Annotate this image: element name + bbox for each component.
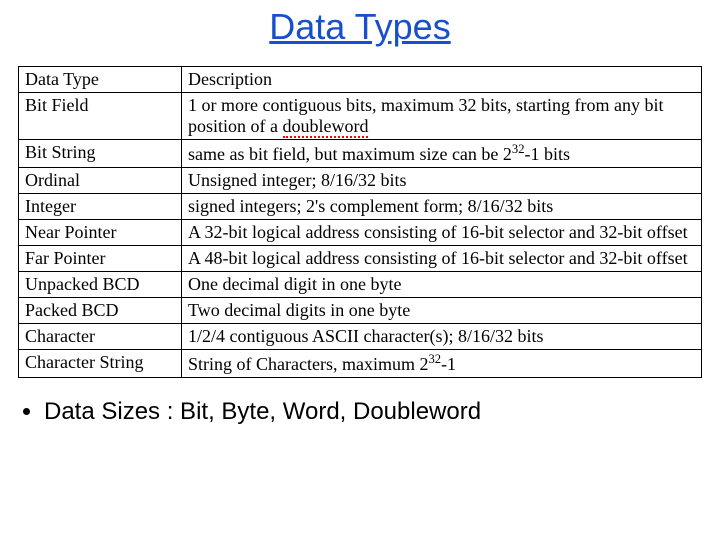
cell-desc: Two decimal digits in one byte bbox=[182, 298, 702, 324]
cell-type: Far Pointer bbox=[19, 246, 182, 272]
table-row: Character String String of Characters, m… bbox=[19, 350, 702, 378]
table-header-row: Data Type Description bbox=[19, 67, 702, 93]
cell-type: Ordinal bbox=[19, 168, 182, 194]
table-row: Bit Field 1 or more contiguous bits, max… bbox=[19, 93, 702, 140]
cell-desc: 1 or more contiguous bits, maximum 32 bi… bbox=[182, 93, 702, 140]
desc-sup: 32 bbox=[512, 142, 525, 156]
table-row: Near Pointer A 32-bit logical address co… bbox=[19, 220, 702, 246]
table-row: Unpacked BCD One decimal digit in one by… bbox=[19, 272, 702, 298]
header-desc: Description bbox=[182, 67, 702, 93]
table-row: Far Pointer A 48-bit logical address con… bbox=[19, 246, 702, 272]
data-types-table: Data Type Description Bit Field 1 or mor… bbox=[18, 66, 702, 378]
cell-type: Bit Field bbox=[19, 93, 182, 140]
cell-type: Bit String bbox=[19, 140, 182, 168]
desc-text: -1 bits bbox=[525, 144, 571, 164]
cell-type: Character String bbox=[19, 350, 182, 378]
cell-desc: signed integers; 2's complement form; 8/… bbox=[182, 194, 702, 220]
desc-sup: 32 bbox=[428, 352, 441, 366]
cell-type: Unpacked BCD bbox=[19, 272, 182, 298]
table-row: Ordinal Unsigned integer; 8/16/32 bits bbox=[19, 168, 702, 194]
table-row: Packed BCD Two decimal digits in one byt… bbox=[19, 298, 702, 324]
table-row: Character 1/2/4 contiguous ASCII charact… bbox=[19, 324, 702, 350]
cell-desc: A 32-bit logical address consisting of 1… bbox=[182, 220, 702, 246]
table-row: Integer signed integers; 2's complement … bbox=[19, 194, 702, 220]
desc-squiggle: doubleword bbox=[283, 116, 369, 138]
cell-desc: 1/2/4 contiguous ASCII character(s); 8/1… bbox=[182, 324, 702, 350]
cell-desc: same as bit field, but maximum size can … bbox=[182, 140, 702, 168]
page-title: Data Types bbox=[0, 6, 720, 48]
cell-type: Packed BCD bbox=[19, 298, 182, 324]
cell-type: Integer bbox=[19, 194, 182, 220]
desc-text: String of Characters, maximum 2 bbox=[188, 354, 428, 374]
desc-text: 1 or more contiguous bits, maximum 32 bi… bbox=[188, 95, 663, 136]
bullet-list: Data Sizes : Bit, Byte, Word, Doubleword bbox=[28, 398, 720, 426]
cell-desc: Unsigned integer; 8/16/32 bits bbox=[182, 168, 702, 194]
desc-text: -1 bbox=[441, 354, 456, 374]
desc-text: same as bit field, but maximum size can … bbox=[188, 144, 512, 164]
header-type: Data Type bbox=[19, 67, 182, 93]
cell-type: Character bbox=[19, 324, 182, 350]
bullet-item: Data Sizes : Bit, Byte, Word, Doubleword bbox=[44, 398, 720, 426]
cell-desc: One decimal digit in one byte bbox=[182, 272, 702, 298]
cell-desc: A 48-bit logical address consisting of 1… bbox=[182, 246, 702, 272]
cell-desc: String of Characters, maximum 232-1 bbox=[182, 350, 702, 378]
table-row: Bit String same as bit field, but maximu… bbox=[19, 140, 702, 168]
cell-type: Near Pointer bbox=[19, 220, 182, 246]
